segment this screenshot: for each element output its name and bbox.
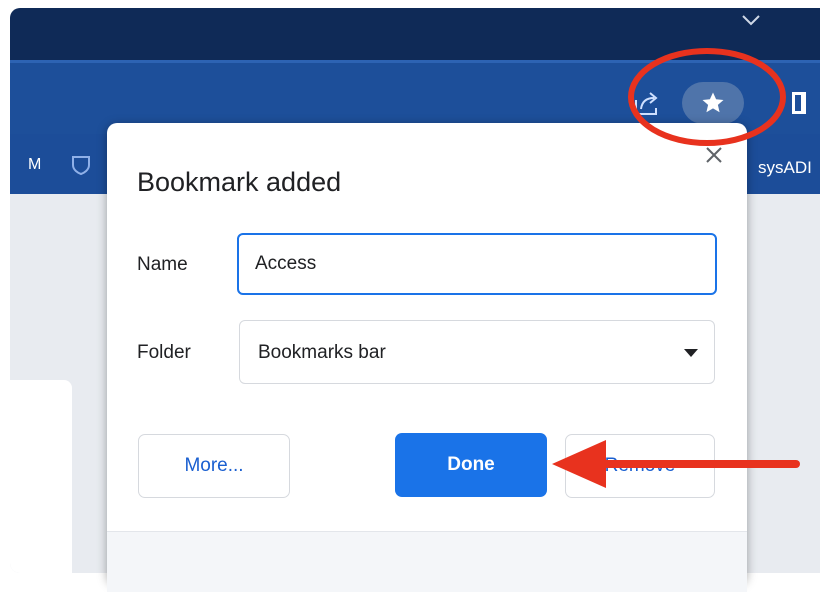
dialog-footer — [107, 531, 747, 592]
bookmark-star-button[interactable] — [682, 82, 744, 124]
page-card — [10, 380, 72, 573]
done-button[interactable]: Done — [395, 433, 547, 497]
remove-button[interactable]: Remove — [565, 434, 715, 498]
toolbar-divider — [10, 60, 820, 63]
close-icon[interactable] — [704, 145, 724, 165]
name-label: Name — [137, 254, 188, 275]
folder-select-value: Bookmarks bar — [258, 342, 386, 363]
star-icon — [702, 92, 724, 113]
more-button[interactable]: More... — [138, 434, 290, 498]
side-panel-icon[interactable] — [792, 92, 806, 114]
bookmark-dialog: Bookmark added Name Folder Bookmarks bar… — [107, 123, 747, 592]
bookmark-item-left[interactable]: M — [28, 156, 41, 174]
bookmark-name-input[interactable] — [237, 233, 717, 295]
share-icon[interactable] — [632, 88, 662, 118]
chevron-down-icon — [684, 349, 698, 357]
title-bar — [10, 8, 820, 60]
folder-select[interactable]: Bookmarks bar — [239, 320, 715, 384]
chevron-down-icon[interactable] — [740, 12, 762, 28]
dialog-title: Bookmark added — [137, 167, 342, 197]
folder-label: Folder — [137, 342, 191, 363]
bookmark-item-sysadmin[interactable]: sysADI — [758, 158, 812, 178]
shield-icon[interactable] — [70, 154, 92, 176]
